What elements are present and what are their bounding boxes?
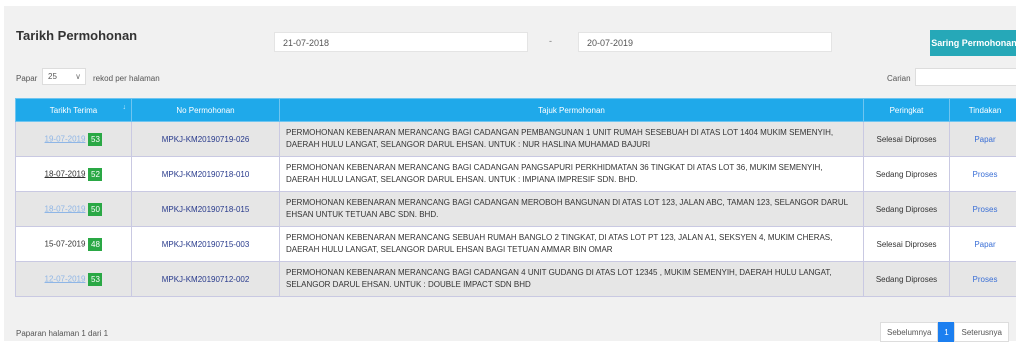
per-page-label: rekod per halaman — [93, 74, 160, 83]
column-header-stage[interactable]: Peringkat — [864, 99, 950, 122]
table-row: 12-07-201953 MPKJ-KM20190712-002 PERMOHO… — [16, 262, 1016, 297]
show-label: Papar — [16, 74, 37, 83]
received-date-cell: 19-07-201953 — [16, 122, 132, 157]
application-number: MPKJ-KM20190719-026 — [132, 122, 280, 157]
days-badge: 50 — [88, 203, 102, 216]
received-date-cell: 15-07-201948 — [16, 227, 132, 262]
column-header-received-date[interactable]: Tarikh Terima↓ — [16, 99, 132, 122]
received-date-link[interactable]: 19-07-2019 — [45, 134, 86, 143]
column-header-application-title[interactable]: Tajuk Permohonan — [280, 99, 864, 122]
received-date-cell: 18-07-201950 — [16, 192, 132, 227]
application-title: PERMOHONAN KEBENARAN MERANCANG BAGI CADA… — [280, 157, 864, 192]
days-badge: 53 — [88, 133, 102, 146]
date-separator: - — [549, 36, 552, 46]
table-header-row: Tarikh Terima↓ No Permohonan Tajuk Permo… — [16, 99, 1016, 122]
page-info: Paparan halaman 1 dari 1 — [16, 329, 108, 338]
received-date-link[interactable]: 12-07-2019 — [45, 274, 86, 283]
days-badge: 53 — [88, 273, 102, 286]
table-row: 19-07-201953 MPKJ-KM20190719-026 PERMOHO… — [16, 122, 1016, 157]
action-link[interactable]: Proses — [950, 157, 1016, 192]
page-title: Tarikh Permohonan — [16, 28, 137, 43]
received-date-link[interactable]: 18-07-2019 — [45, 204, 86, 213]
received-date-cell: 12-07-201953 — [16, 262, 132, 297]
date-from-input[interactable]: 21-07-2018 — [274, 32, 528, 52]
application-title: PERMOHONAN KEBENARAN MERANCANG BAGI CADA… — [280, 192, 864, 227]
received-date-cell: 18-07-201952 — [16, 157, 132, 192]
days-badge: 52 — [88, 168, 102, 181]
search-label: Carian — [887, 74, 911, 83]
action-link[interactable]: Proses — [950, 192, 1016, 227]
received-date-link[interactable]: 18-07-2019 — [45, 169, 86, 178]
previous-page-button[interactable]: Sebelumnya — [880, 322, 938, 342]
column-header-application-number[interactable]: No Permohonan — [132, 99, 280, 122]
received-date-text: 15-07-2019 — [45, 239, 86, 248]
column-header-action[interactable]: Tindakan — [950, 99, 1016, 122]
date-to-input[interactable]: 20-07-2019 — [578, 32, 832, 52]
application-number: MPKJ-KM20190718-015 — [132, 192, 280, 227]
search-input[interactable] — [915, 68, 1016, 86]
stage-status: Selesai Diproses — [864, 122, 950, 157]
filter-applications-button[interactable]: Saring Permohonan — [930, 30, 1016, 56]
application-title: PERMOHONAN KEBENARAN MERANCANG BAGI CADA… — [280, 262, 864, 297]
table-row: 18-07-201952 MPKJ-KM20190718-010 PERMOHO… — [16, 157, 1016, 192]
applications-table: Tarikh Terima↓ No Permohonan Tajuk Permo… — [15, 98, 1016, 297]
application-number: MPKJ-KM20190715-003 — [132, 227, 280, 262]
stage-status: Sedang Diproses — [864, 157, 950, 192]
pagination: Sebelumnya 1 Seterusnya — [880, 322, 1009, 342]
application-number: MPKJ-KM20190718-010 — [132, 157, 280, 192]
application-panel: Tarikh Permohonan 21-07-2018 - 20-07-201… — [4, 6, 1016, 341]
next-page-button[interactable]: Seterusnya — [954, 322, 1008, 342]
action-link[interactable]: Proses — [950, 262, 1016, 297]
application-title: PERMOHONAN KEBENARAN MERANCANG BAGI CADA… — [280, 122, 864, 157]
stage-status: Sedang Diproses — [864, 262, 950, 297]
action-link[interactable]: Papar — [950, 227, 1016, 262]
page-size-select[interactable]: 25 ∨ — [42, 68, 86, 85]
application-number: MPKJ-KM20190712-002 — [132, 262, 280, 297]
page-1-button[interactable]: 1 — [938, 322, 954, 342]
action-link[interactable]: Papar — [950, 122, 1016, 157]
stage-status: Sedang Diproses — [864, 192, 950, 227]
chevron-down-icon: ∨ — [75, 69, 81, 84]
stage-status: Selesai Diproses — [864, 227, 950, 262]
table-row: 18-07-201950 MPKJ-KM20190718-015 PERMOHO… — [16, 192, 1016, 227]
application-title: PERMOHONAN KEBENARAN MERANCANG SEBUAH RU… — [280, 227, 864, 262]
table-row: 15-07-201948 MPKJ-KM20190715-003 PERMOHO… — [16, 227, 1016, 262]
sort-icon: ↓ — [123, 104, 127, 111]
days-badge: 48 — [88, 238, 102, 251]
page-size-value: 25 — [48, 72, 57, 81]
